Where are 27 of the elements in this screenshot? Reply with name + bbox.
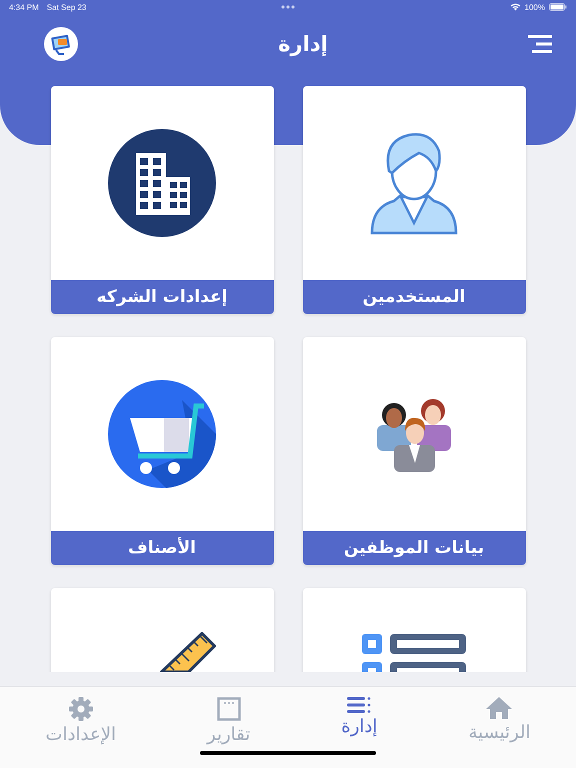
ruler-icon bbox=[158, 632, 216, 672]
battery-percent: 100% bbox=[524, 2, 545, 12]
menu-card[interactable]: الأصناف bbox=[50, 337, 274, 565]
battery-icon bbox=[549, 3, 567, 11]
list-icon bbox=[347, 697, 372, 713]
status-time: 4:34 PM bbox=[9, 2, 39, 12]
building-icon bbox=[108, 129, 216, 237]
app-logo-icon[interactable] bbox=[44, 27, 78, 61]
tab-item[interactable]: إدارة bbox=[335, 697, 384, 745]
menu-card[interactable]: إعدادات الشركه bbox=[50, 86, 274, 314]
wifi-icon bbox=[510, 3, 521, 11]
shopping-cart-icon bbox=[108, 380, 216, 488]
page-title: إدارة bbox=[278, 32, 328, 56]
multitask-dots-icon bbox=[281, 5, 295, 9]
window-icon bbox=[216, 697, 241, 721]
card-label: المستخدمين bbox=[302, 280, 526, 314]
status-date: Sat Sep 23 bbox=[46, 2, 86, 12]
card-label: بيانات الموظفين bbox=[302, 531, 526, 565]
settings-icon bbox=[68, 697, 93, 721]
menu-card[interactable]: بيانات الموظفين bbox=[302, 337, 526, 565]
card-label: الأصناف bbox=[50, 531, 274, 565]
menu-icon bbox=[528, 35, 552, 53]
home-icon bbox=[486, 697, 512, 719]
menu-card[interactable]: المستخدمين bbox=[302, 86, 526, 314]
user-icon bbox=[369, 131, 459, 235]
menu-button[interactable] bbox=[528, 35, 552, 53]
card-label: إعدادات الشركه bbox=[50, 280, 274, 314]
